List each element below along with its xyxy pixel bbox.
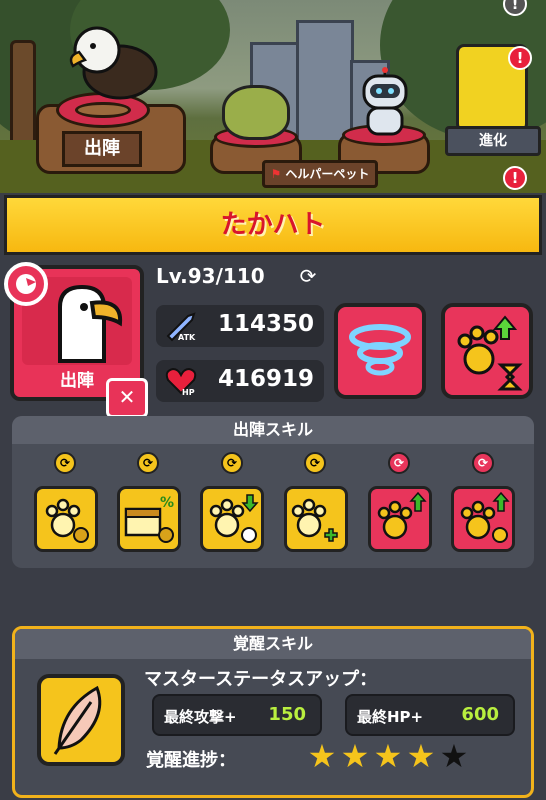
- feather-skill-tile[interactable]: [37, 674, 125, 766]
- evolve-alert-icon: !: [508, 46, 532, 70]
- star-filled-icon: ★: [340, 737, 370, 775]
- atk-stat: ATK 114350: [156, 305, 324, 347]
- tornado-skill-button[interactable]: [334, 303, 426, 399]
- star-empty-icon: ★: [439, 737, 469, 775]
- svg-text:%: %: [160, 495, 174, 511]
- frog-pet-icon[interactable]: [222, 85, 290, 140]
- paw-up-gear-icon: [460, 491, 510, 543]
- skill-status-icon: ⟳: [221, 452, 243, 474]
- feather-icon: [53, 685, 102, 755]
- skill-paw-plus[interactable]: [284, 486, 348, 552]
- skill-paw-up-gear[interactable]: [451, 486, 515, 552]
- final-hp-value: 600: [461, 704, 499, 725]
- final-atk-label: 最終攻撃+: [164, 708, 237, 726]
- tornado-icon: [349, 324, 411, 376]
- skill-status-icon: ⟳: [304, 452, 326, 474]
- pet-name-banner: たかハト: [4, 195, 542, 255]
- sword-atk-icon: ATK: [166, 312, 196, 342]
- final-hp-bonus: 最終HP+ 600: [345, 694, 515, 736]
- helper-alert-icon: !: [503, 166, 527, 190]
- awakening-progress-label: 覚醒進捗：: [146, 750, 236, 771]
- skill-paw-up[interactable]: [368, 486, 432, 552]
- final-atk-bonus: 最終攻撃+ 150: [152, 694, 322, 736]
- paw-down-timer-icon: [209, 494, 259, 543]
- svg-text:ATK: ATK: [178, 333, 196, 342]
- star-filled-icon: ★: [373, 737, 403, 775]
- paw-plus-icon: [291, 498, 338, 542]
- paw-up-icon: [377, 491, 427, 540]
- skill-status-icon: ⟳: [54, 452, 76, 474]
- pet-name: たかハト: [220, 210, 326, 240]
- awakening-heading: マスターステータスアップ：: [144, 669, 378, 690]
- level-text: Lv.93/110: [156, 264, 265, 288]
- skill-status-icon: ⟳: [472, 452, 494, 474]
- flag-icon: ⚑: [270, 167, 282, 181]
- awakening-skill-title: 覚醒スキル: [15, 629, 531, 659]
- star-filled-icon: ★: [307, 737, 337, 775]
- paw-coin-icon: [45, 498, 89, 543]
- helper-pet-sign[interactable]: ⚑ ヘルパーペット: [262, 160, 378, 188]
- atk-value: 114350: [218, 311, 315, 337]
- crossed-swords-icon[interactable]: ✕: [106, 378, 148, 418]
- skill-paw-down-timer[interactable]: [200, 486, 264, 552]
- star-filled-icon: ★: [406, 737, 436, 775]
- deploy-skills-title: 出陣スキル: [12, 416, 534, 444]
- skill-chest-percent[interactable]: %: [117, 486, 181, 552]
- pet-scene: 出陣 ⚑ ヘルパーペット 進化 ! ! !: [0, 0, 546, 197]
- svg-text:HP: HP: [182, 388, 195, 397]
- eagle-pet-icon[interactable]: [65, 22, 160, 102]
- hp-value: 416919: [218, 366, 315, 392]
- chest-percent-icon: %: [124, 495, 174, 543]
- paw-hourglass-icon: [457, 315, 523, 391]
- skill-status-icon: ⟳: [388, 452, 410, 474]
- skill-paw-coin[interactable]: [34, 486, 98, 552]
- hp-stat: HP 416919: [156, 360, 324, 402]
- evolve-button[interactable]: 進化: [445, 126, 541, 156]
- skill-status-icon: ⟳: [137, 452, 159, 474]
- heart-hp-icon: HP: [165, 367, 197, 397]
- final-atk-value: 150: [268, 704, 306, 725]
- refresh-icon[interactable]: ⟳: [296, 265, 320, 289]
- paw-upgrade-button[interactable]: [441, 303, 533, 399]
- robot-pet-icon[interactable]: [358, 66, 412, 138]
- eagle-badge-icon: [4, 262, 48, 306]
- final-hp-label: 最終HP+: [357, 708, 424, 726]
- deploy-sign[interactable]: 出陣: [62, 131, 142, 167]
